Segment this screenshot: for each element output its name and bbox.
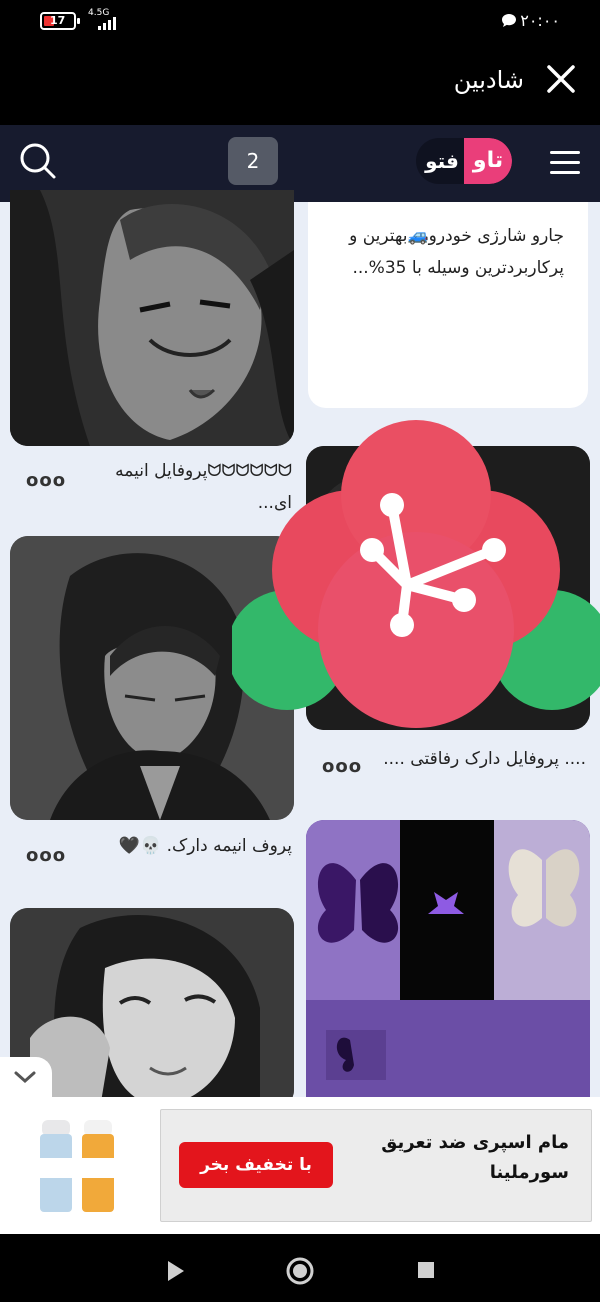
sponsored-post-card[interactable]: جارو شارژی خودرو🚙بهترین و پرکاربردترین و… [308, 202, 588, 408]
status-bar: 17 4.5G ۲۰:۰۰ [0, 0, 600, 44]
signal-icon [98, 14, 116, 30]
more-options-icon[interactable]: ooo [26, 845, 66, 866]
app-root: 17 4.5G ۲۰:۰۰ شادبین 2 فتو تاو ᗢᗢᗢᗢᗢᗢپرو… [0, 0, 600, 1302]
app-logo[interactable]: فتو تاو [416, 138, 512, 184]
chevron-down-icon [14, 1071, 36, 1084]
system-nav-bar [0, 1234, 600, 1302]
ad-collapse-button[interactable] [0, 1057, 52, 1097]
title-bar: شادبین [0, 44, 600, 125]
battery-percent: 17 [50, 14, 66, 27]
image-card-anime-3[interactable] [10, 908, 294, 1108]
product-image [40, 1120, 114, 1212]
tab-count-button[interactable]: 2 [228, 137, 278, 185]
app-splash-logo [232, 420, 600, 728]
image-card-butterfly[interactable] [306, 820, 590, 1110]
logo-text-pink: تاو [464, 138, 512, 184]
ad-content-box[interactable]: مام اسپری ضد تعریق سورملینا با تخفیف بخر [160, 1109, 592, 1222]
more-options-icon[interactable]: ooo [26, 470, 66, 491]
close-icon[interactable] [544, 62, 578, 96]
chat-notification-icon [502, 14, 516, 27]
clock: ۲۰:۰۰ [520, 11, 560, 30]
sponsored-post-text: جارو شارژی خودرو🚙بهترین و پرکاربردترین و… [349, 226, 564, 278]
battery-indicator: 17 [40, 12, 80, 30]
buy-discount-button[interactable]: با تخفیف بخر [179, 1142, 333, 1188]
purple-butterfly-collage-image [306, 820, 590, 1110]
hamburger-icon[interactable] [550, 151, 580, 175]
play-icon[interactable] [166, 1260, 186, 1282]
search-icon[interactable] [18, 141, 58, 181]
circle-home-icon[interactable] [285, 1256, 315, 1286]
anime-girl-wink-image [10, 908, 294, 1108]
logo-text-dark: فتو [425, 149, 459, 173]
anime-girl-image [10, 190, 294, 446]
image-card-anime-1[interactable] [10, 190, 294, 446]
post-caption[interactable]: پروف انیمه دارک. 💀🖤 [96, 830, 292, 862]
more-options-icon[interactable]: ooo [322, 756, 362, 777]
ad-title: مام اسپری ضد تعریق سورملینا [381, 1132, 569, 1183]
page-title: شادبین [453, 66, 524, 94]
square-icon[interactable] [417, 1261, 435, 1279]
